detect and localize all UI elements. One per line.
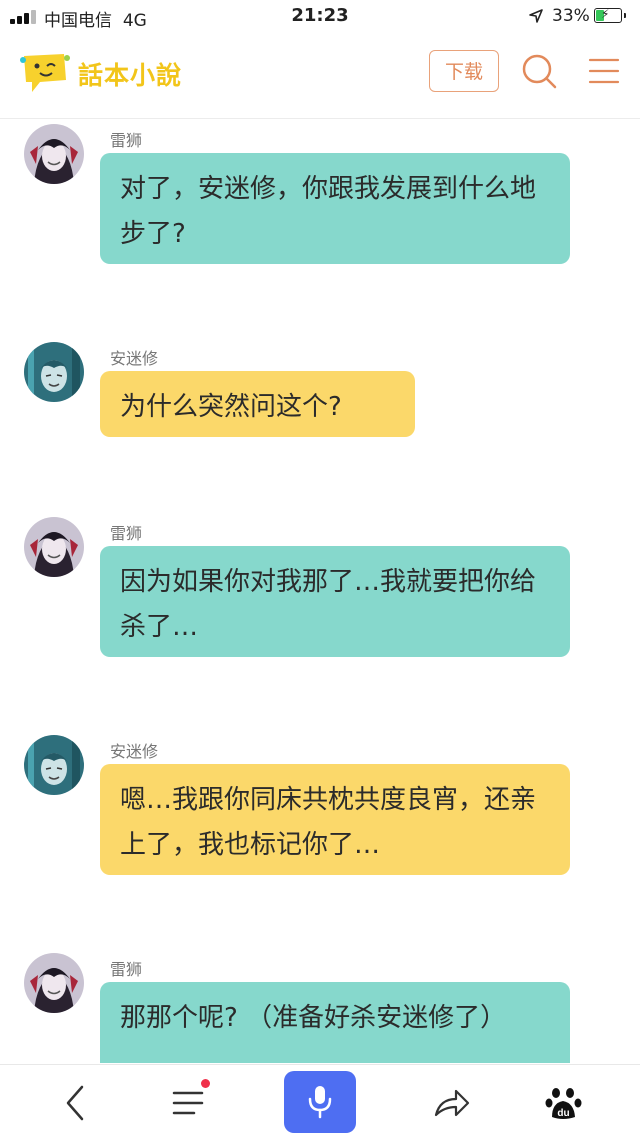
speaker-name: 雷狮 bbox=[110, 960, 143, 979]
message-bubble: 对了，安迷修，你跟我发展到什么地步了? bbox=[100, 153, 570, 264]
bottom-toolbar: du bbox=[0, 1064, 640, 1139]
avatar[interactable] bbox=[24, 735, 84, 795]
svg-text:du: du bbox=[557, 1108, 569, 1119]
battery-percent: 33% bbox=[552, 6, 590, 26]
back-icon[interactable] bbox=[56, 1083, 96, 1123]
share-icon[interactable] bbox=[432, 1083, 472, 1123]
list-icon[interactable] bbox=[170, 1083, 210, 1123]
avatar[interactable] bbox=[24, 342, 84, 402]
speaker-name: 安迷修 bbox=[110, 349, 159, 368]
message-bubble: 为什么突然问这个? bbox=[100, 371, 415, 437]
search-icon[interactable] bbox=[520, 52, 558, 90]
voice-button[interactable] bbox=[284, 1071, 356, 1133]
menu-icon[interactable] bbox=[588, 57, 620, 85]
location-arrow-icon bbox=[529, 9, 543, 23]
notification-dot bbox=[201, 1079, 210, 1088]
battery-icon: ⚡ bbox=[594, 8, 626, 23]
chat-thread: 雷狮 对了，安迷修，你跟我发展到什么地步了? 安迷修 为什么突然问这个? 雷狮 bbox=[0, 119, 640, 1063]
download-button[interactable]: 下载 bbox=[429, 50, 499, 92]
logo-icon[interactable] bbox=[18, 50, 70, 96]
message-bubble: 那那个呢? （准备好杀安迷修了） bbox=[100, 982, 570, 1063]
speaker-name: 雷狮 bbox=[110, 131, 143, 150]
avatar[interactable] bbox=[24, 517, 84, 577]
message-bubble: 因为如果你对我那了…我就要把你给杀了… bbox=[100, 546, 570, 657]
logo-text: 話本小說 bbox=[78, 61, 183, 90]
microphone-icon bbox=[308, 1086, 332, 1119]
baidu-paw-icon[interactable]: du bbox=[544, 1083, 584, 1123]
speaker-name: 雷狮 bbox=[110, 524, 143, 543]
message-bubble: 嗯…我跟你同床共枕共度良宵，还亲上了，我也标记你了… bbox=[100, 764, 570, 875]
status-bar: 中国电信 4G 21:23 33% ⚡ bbox=[0, 0, 640, 34]
clock: 21:23 bbox=[291, 5, 349, 26]
avatar[interactable] bbox=[24, 124, 84, 184]
avatar[interactable] bbox=[24, 953, 84, 1013]
speaker-name: 安迷修 bbox=[110, 742, 159, 761]
app-header: 話本小說 下载 bbox=[0, 34, 640, 119]
